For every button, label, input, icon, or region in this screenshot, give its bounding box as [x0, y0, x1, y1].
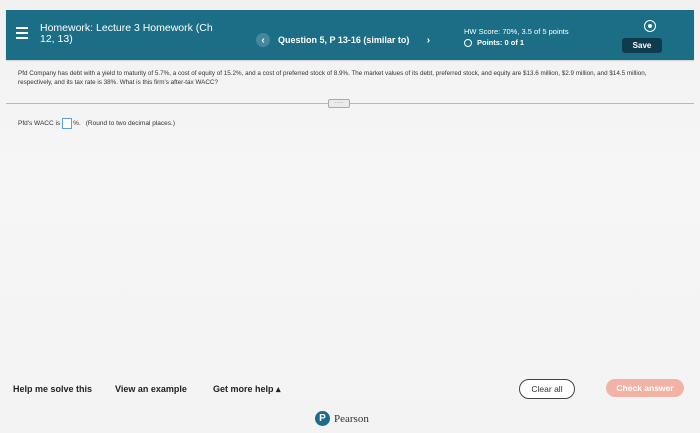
view-an-example-link[interactable]: View an example — [115, 384, 187, 394]
question-label[interactable]: Question 5, P 13-16 (similar to) — [278, 35, 409, 45]
pearson-logo-icon: P — [315, 411, 330, 426]
gear-icon[interactable] — [644, 20, 656, 32]
check-answer-button[interactable]: Check answer — [606, 379, 684, 397]
homework-title: Homework: Lecture 3 Homework (Ch 12, 13) — [40, 23, 230, 45]
wacc-answer-input[interactable] — [62, 118, 73, 129]
expand-question-button[interactable]: ····· — [328, 99, 350, 108]
question-navigation: ‹ Question 5, P 13-16 (similar to) › — [256, 32, 435, 48]
answer-prompt: Pfd's WACC is — [18, 120, 61, 127]
clear-all-button[interactable]: Clear all — [519, 379, 575, 399]
save-button[interactable]: Save — [622, 38, 662, 53]
footer-toolbar: Help me solve this View an example Get m… — [6, 371, 694, 407]
score-panel: HW Score: 70%, 3.5 of 5 points Points: 0… — [464, 26, 569, 48]
points-row: Points: 0 of 1 — [464, 37, 569, 48]
hamburger-menu-icon[interactable] — [16, 27, 28, 39]
homework-screen: Homework: Lecture 3 Homework (Ch 12, 13)… — [0, 0, 700, 433]
previous-question-button[interactable]: ‹ — [256, 33, 270, 47]
get-more-help-link[interactable]: Get more help ▴ — [213, 384, 281, 395]
help-me-solve-this-link[interactable]: Help me solve this — [13, 384, 92, 394]
pearson-name: Pearson — [334, 412, 369, 425]
pearson-brand: P Pearson — [315, 411, 369, 426]
next-question-button[interactable]: › — [421, 33, 435, 47]
answer-row: Pfd's WACC is %. (Round to two decimal p… — [18, 118, 175, 129]
circle-icon — [464, 38, 472, 47]
answer-hint: (Round to two decimal places.) — [85, 120, 176, 127]
homework-title-line2: 12, 13) — [40, 33, 73, 45]
hw-score: HW Score: 70%, 3.5 of 5 points — [464, 27, 569, 36]
question-divider — [6, 103, 694, 104]
question-text: Pfd Company has debt with a yield to mat… — [18, 70, 647, 86]
points-text: Points: 0 of 1 — [477, 38, 525, 47]
answer-unit: %. — [73, 120, 81, 127]
homework-header: Homework: Lecture 3 Homework (Ch 12, 13)… — [6, 10, 694, 60]
